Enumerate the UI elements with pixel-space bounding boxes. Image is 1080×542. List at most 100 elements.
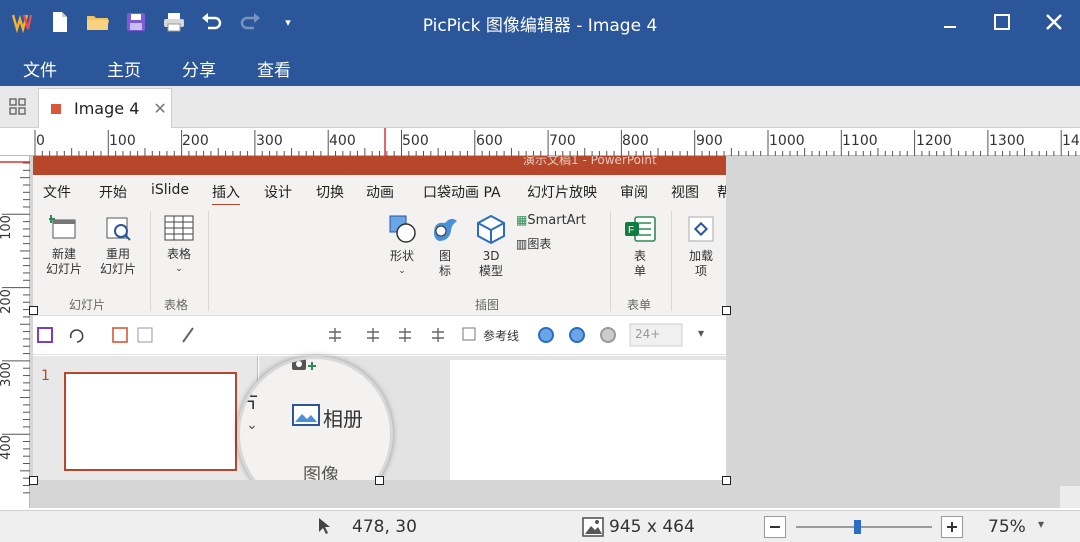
ppt-reuse-slide-label: 重用 幻灯片 bbox=[99, 247, 136, 276]
svg-text:F: F bbox=[628, 225, 634, 236]
resize-handle-bottom-left[interactable] bbox=[29, 476, 38, 485]
image-tab-icon bbox=[51, 103, 61, 114]
ppt-smartart-label: SmartArt bbox=[527, 213, 587, 228]
ppt-smartart: ▦SmartArt bbox=[516, 213, 601, 228]
ppt-slide-canvas bbox=[450, 360, 726, 480]
mag-group-label: 图像 bbox=[303, 465, 339, 480]
ppt-font-size: 24+ bbox=[635, 327, 661, 341]
menu-view[interactable]: 查看 bbox=[257, 56, 291, 81]
ppt-forms-label: 表 单 bbox=[633, 249, 646, 278]
ppt-ribbon: 新建 幻灯片 重用 幻灯片 幻灯片 表格 ⌄ 表格 形状 ⌄ 图 标 3D 模型 bbox=[33, 205, 726, 315]
h-ruler-label: 900 bbox=[696, 133, 723, 149]
menu-file[interactable]: 文件 bbox=[23, 56, 57, 81]
ppt-chart: ▥图表 bbox=[516, 237, 601, 252]
ppt-customize-icon: ▾ bbox=[698, 326, 705, 340]
mag-pictures-partial: 片 bbox=[239, 388, 259, 412]
ppt-tab: 视图 bbox=[671, 185, 699, 201]
ppt-tab: 开始 bbox=[99, 185, 127, 201]
ppt-icons: 图 标 bbox=[425, 213, 465, 279]
zoom-level[interactable]: 75% bbox=[988, 517, 1026, 537]
ppt-table: 表格 ⌄ bbox=[157, 213, 201, 277]
chevron-down-icon: ⌄ bbox=[246, 417, 258, 433]
ppt-thumbnail-pane: 1 bbox=[33, 356, 258, 480]
bar-chart-icon: ▥ bbox=[516, 237, 528, 251]
image-content[interactable]: 演示文稿1 - PowerPoint 文件 开始 iSlide 插入 设计 切换… bbox=[33, 156, 726, 480]
ppt-group-tables: 表格 bbox=[164, 298, 189, 312]
photo-album-icon bbox=[292, 404, 320, 426]
ppt-chart-label: 图表 bbox=[527, 237, 552, 251]
ppt-separator bbox=[610, 211, 611, 311]
h-ruler-label: 800 bbox=[622, 133, 649, 149]
ppt-tab: 幻灯片放映 bbox=[527, 185, 597, 201]
ppt-separator bbox=[150, 211, 151, 311]
h-ruler-label: 1100 bbox=[842, 133, 878, 149]
zoom-in-button[interactable] bbox=[941, 516, 963, 538]
zoom-dropdown-icon[interactable]: ▾ bbox=[1038, 517, 1044, 531]
maximize-icon[interactable] bbox=[976, 0, 1028, 44]
chevron-down-icon: ⌄ bbox=[175, 264, 183, 274]
menu-share[interactable]: 分享 bbox=[182, 56, 216, 81]
tab-label: Image 4 bbox=[74, 99, 140, 118]
title-bar: ▾ PicPick 图像编辑器 - Image 4 bbox=[0, 0, 1080, 44]
menu-home[interactable]: 主页 bbox=[107, 56, 141, 81]
ppt-tab: 切换 bbox=[316, 185, 344, 201]
ppt-addins: 加载 项 bbox=[679, 213, 723, 279]
ppt-tab: 动画 bbox=[366, 185, 394, 201]
ppt-tab: 帮 bbox=[717, 185, 726, 201]
mag-album-label: 相册 bbox=[323, 407, 363, 431]
h-ruler-label: 1200 bbox=[916, 133, 952, 149]
v-ruler-label: 200 bbox=[0, 289, 14, 314]
minimize-icon[interactable] bbox=[924, 0, 976, 44]
resize-handle-right[interactable] bbox=[722, 306, 731, 315]
horizontal-ruler: 0 100 200 300 400 500 600 700 800 900 10… bbox=[0, 128, 1080, 156]
ppt-group-forms: 表单 bbox=[627, 298, 652, 312]
ppt-separator bbox=[208, 211, 209, 311]
ppt-forms: F 表 单 bbox=[618, 213, 662, 279]
tab-image-4[interactable]: Image 4 ✕ bbox=[38, 88, 172, 128]
h-ruler-label: 300 bbox=[256, 133, 283, 149]
ppt-tab: 文件 bbox=[43, 185, 71, 201]
ppt-tab: iSlide bbox=[151, 182, 190, 198]
h-ruler-label: 500 bbox=[402, 133, 429, 149]
canvas-scroll-corner bbox=[1060, 486, 1080, 508]
h-ruler-label: 1300 bbox=[989, 133, 1025, 149]
resize-handle-left[interactable] bbox=[29, 306, 38, 315]
ppt-reuse-slide: 重用 幻灯片 bbox=[93, 213, 143, 277]
resize-handle-bottom[interactable] bbox=[375, 476, 384, 485]
ppt-tab: 设计 bbox=[264, 185, 292, 201]
ppt-separator bbox=[671, 211, 672, 311]
h-ruler-label: 0 bbox=[36, 133, 45, 149]
window-title: PicPick 图像编辑器 - Image 4 bbox=[422, 16, 658, 36]
ppt-tab: 口袋动画 PA bbox=[423, 185, 501, 201]
ppt-slide-number: 1 bbox=[41, 368, 50, 384]
v-ruler-label: 100 bbox=[0, 215, 14, 240]
smartart-icon: ▦ bbox=[516, 213, 528, 227]
ppt-quick-toolbar: 参考线 24+ ▾ bbox=[33, 315, 726, 355]
h-ruler-label: 1000 bbox=[769, 133, 805, 149]
ppt-ribbon-tabs: 文件 开始 iSlide 插入 设计 切换 动画 口袋动画 PA 幻灯片放映 审… bbox=[33, 175, 726, 206]
h-ruler-label: 600 bbox=[476, 133, 503, 149]
camera-icon bbox=[290, 359, 326, 371]
ppt-caption: 演示文稿1 - PowerPoint bbox=[523, 156, 657, 167]
h-ruler-label: 14 bbox=[1062, 133, 1080, 149]
ppt-3d-label: 3D 模型 bbox=[478, 249, 503, 278]
ppt-group-slides: 幻灯片 bbox=[69, 298, 106, 312]
resize-handle-bottom-right[interactable] bbox=[722, 476, 731, 485]
menu-bar: 文件 主页 分享 查看 bbox=[0, 44, 1080, 86]
tab-close-icon[interactable]: ✕ bbox=[153, 99, 166, 118]
ppt-tab-active: 插入 bbox=[212, 182, 240, 206]
h-ruler-label: 200 bbox=[182, 133, 209, 149]
zoom-out-button[interactable] bbox=[764, 516, 786, 538]
close-icon[interactable] bbox=[1028, 0, 1080, 44]
ppt-title-strip: 演示文稿1 - PowerPoint bbox=[33, 156, 726, 175]
window-controls bbox=[924, 0, 1080, 44]
chevron-down-icon: ⌄ bbox=[398, 266, 406, 276]
zoom-slider-thumb[interactable] bbox=[854, 520, 862, 534]
ppt-guides-label: 参考线 bbox=[483, 329, 520, 343]
h-ruler-label: 100 bbox=[109, 133, 136, 149]
cursor-position: 478, 30 bbox=[352, 517, 417, 537]
zoom-slider-track[interactable] bbox=[796, 526, 932, 528]
grid-view-icon[interactable] bbox=[0, 86, 36, 128]
ppt-new-slide: 新建 幻灯片 bbox=[39, 213, 89, 277]
h-ruler-label: 700 bbox=[549, 133, 576, 149]
